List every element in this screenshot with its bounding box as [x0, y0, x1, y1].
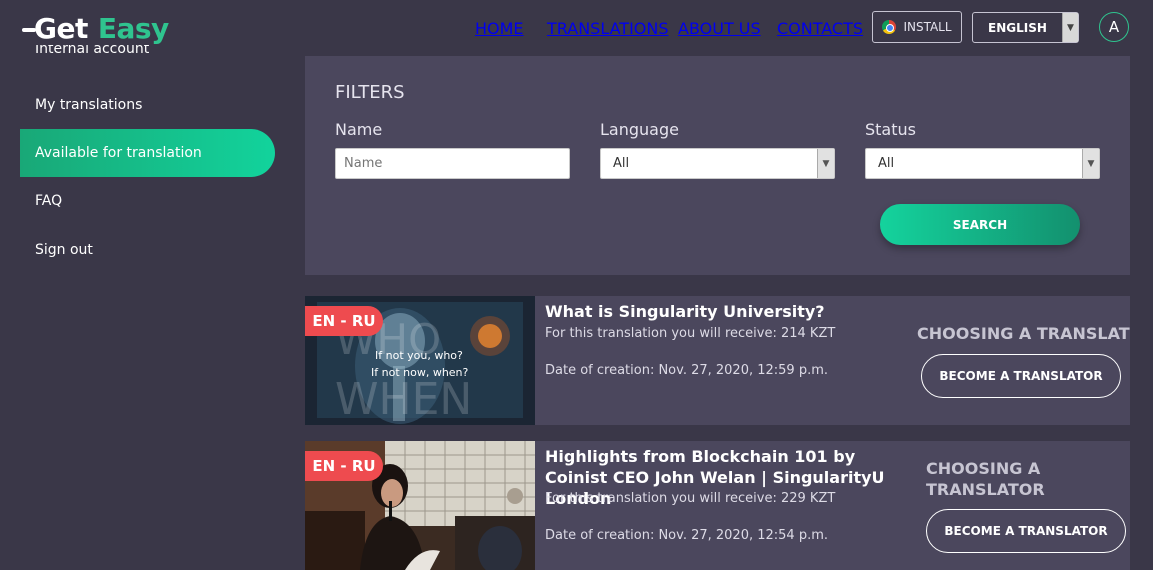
status-label: CHOOSING A TRANSLATOR [926, 459, 1045, 499]
translation-card[interactable]: EN - RU Highlights from Blockchain 101 b… [305, 441, 1130, 570]
chevron-down-icon: ▼ [1082, 149, 1099, 178]
sidebar-item-faq[interactable]: FAQ [20, 177, 275, 225]
status-filter-label: Status [865, 120, 916, 139]
nav-about-us[interactable]: ABOUT US [678, 19, 761, 38]
sidebar-item-my-translations[interactable]: My translations [20, 81, 275, 129]
become-translator-button[interactable]: BECOME A TRANSLATOR [921, 354, 1121, 398]
install-label: INSTALL [903, 20, 952, 34]
nav-contacts[interactable]: CONTACTS [777, 19, 863, 38]
card-date: Date of creation: Nov. 27, 2020, 12:54 p… [545, 528, 829, 543]
sidebar-item-label: Available for translation [35, 145, 202, 161]
translation-card[interactable]: WHO WHEN If not you, who? If not now, wh… [305, 296, 1130, 425]
sidebar-item-label: FAQ [35, 193, 63, 209]
nav-translations[interactable]: TRANSLATIONS [547, 19, 669, 38]
card-title[interactable]: What is Singularity University? [545, 301, 825, 322]
language-filter-value: All [613, 156, 630, 171]
chrome-icon [882, 20, 897, 34]
thumb-caption-2: If not now, when? [371, 366, 469, 379]
thumb-caption-1: If not you, who? [375, 349, 463, 362]
sidebar-item-available-for-translation[interactable]: Available for translation [20, 129, 275, 177]
chevron-down-icon: ▼ [1062, 13, 1078, 42]
install-button[interactable]: INSTALL [872, 11, 962, 43]
language-select-value: ENGLISH [988, 20, 1047, 35]
language-filter-label: Language [600, 120, 679, 139]
card-date: Date of creation: Nov. 27, 2020, 12:59 p… [545, 363, 829, 378]
sidebar-item-sign-out[interactable]: Sign out [20, 226, 275, 274]
sidebar-item-label: Internal account [35, 45, 150, 57]
status-filter-select[interactable]: All ▼ [865, 148, 1100, 179]
sidebar-item-label: Sign out [35, 242, 93, 258]
name-filter-label: Name [335, 120, 383, 139]
thumb-bg-word-2: WHEN [335, 374, 472, 425]
logo[interactable]: Get Easy [22, 8, 169, 48]
language-pair-badge: EN - RU [305, 451, 383, 481]
search-button[interactable]: SEARCH [880, 204, 1080, 245]
logo-easy-text: Easy [97, 11, 169, 45]
filters-panel: FILTERS Name Language All ▼ Status All ▼… [305, 56, 1130, 275]
sidebar-item-internal-account[interactable]: Internal account [20, 45, 275, 65]
chevron-down-icon: ▼ [817, 149, 834, 178]
language-select[interactable]: ENGLISH ▼ [972, 12, 1079, 43]
avatar[interactable]: A [1099, 12, 1129, 42]
logo-get-text: Get [34, 11, 88, 45]
language-pair-badge: EN - RU [305, 306, 383, 336]
card-reward: For this translation you will receive: 2… [545, 326, 836, 341]
status-filter-value: All [878, 156, 895, 171]
status-label: CHOOSING A TRANSLATOR [917, 324, 1130, 343]
nav-home[interactable]: HOME [475, 19, 524, 38]
name-filter-input[interactable] [335, 148, 570, 179]
filters-title: FILTERS [335, 82, 405, 103]
sidebar-item-label: My translations [35, 97, 143, 113]
logo-mark-icon [22, 28, 36, 32]
language-filter-select[interactable]: All ▼ [600, 148, 835, 179]
card-reward: For this translation you will receive: 2… [545, 491, 836, 506]
become-translator-button[interactable]: BECOME A TRANSLATOR [926, 509, 1126, 553]
